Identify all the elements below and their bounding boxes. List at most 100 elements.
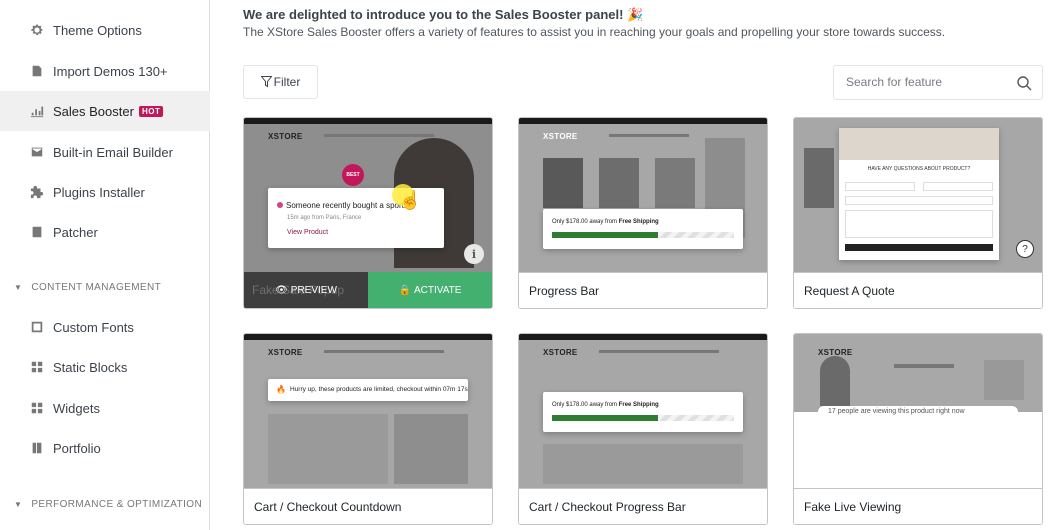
section-content-management[interactable]: ▼ CONTENT MANAGEMENT: [0, 276, 210, 298]
import-icon: [30, 64, 44, 78]
sidebar-item-portfolio[interactable]: Portfolio: [0, 428, 210, 468]
mock-logo: XSTORE: [268, 132, 303, 141]
sidebar-item-static-blocks[interactable]: Static Blocks: [0, 347, 210, 387]
shipping-progress-bar: [552, 232, 734, 238]
hand-cursor-icon: ☝: [399, 190, 422, 210]
sidebar-item-label: Custom Fonts: [53, 319, 134, 335]
mock-topbar: [244, 118, 492, 124]
sidebar-item-custom-fonts[interactable]: Custom Fonts: [0, 307, 210, 347]
sidebar-item-label: Widgets: [53, 400, 100, 416]
portfolio-icon: [30, 441, 44, 455]
mock-cart-table: [543, 444, 743, 484]
mock-topbar: [519, 334, 767, 340]
shipping-progress-bar: [552, 415, 734, 421]
card-thumbnail: HAVE ANY QUESTIONS ABOUT PRODUCT? ?: [794, 118, 1042, 273]
sidebar: Theme Options Import Demos 130+ Sales Bo…: [0, 0, 210, 530]
countdown-text: Hurry up, these products are limited, ch…: [290, 386, 468, 393]
shipping-text: Only $178.00 away from Free Shipping: [552, 219, 659, 225]
main-panel: We are delighted to introduce you to the…: [243, 0, 1048, 530]
feature-card-request-quote[interactable]: HAVE ANY QUESTIONS ABOUT PRODUCT? ? Requ…: [793, 117, 1043, 309]
activate-label: ACTIVATE: [414, 284, 462, 296]
live-viewing-text: 17 people are viewing this product right…: [818, 406, 1018, 418]
intro-title: We are delighted to introduce you to the…: [243, 7, 644, 22]
preview-button[interactable]: Fake Sale Popup 👁 PREVIEW: [244, 272, 368, 308]
search-box[interactable]: [833, 65, 1043, 100]
sidebar-item-import-demos[interactable]: Import Demos 130+: [0, 51, 210, 91]
quote-submit-bar: [845, 244, 993, 251]
feature-card-fake-live-viewing[interactable]: XSTORE 17 people are viewing this produc…: [793, 333, 1043, 525]
card-thumbnail: XSTORE Only $178.00 away from Free Shipp…: [519, 118, 767, 273]
sidebar-item-theme-options[interactable]: Theme Options: [0, 10, 210, 50]
section-label: CONTENT MANAGEMENT: [31, 281, 162, 293]
gear-icon: [30, 23, 44, 37]
question-icon: ?: [1016, 240, 1034, 258]
popup-meta: 15m ago from Paris, France: [287, 215, 362, 221]
hot-badge: HOT: [138, 105, 164, 117]
product-thumb-icon: [277, 202, 283, 208]
caret-down-icon: ▼: [14, 282, 23, 292]
filter-label: Filter: [273, 75, 301, 89]
mock-cart-totals: [394, 414, 468, 484]
card-label: Fake Live Viewing: [804, 500, 902, 514]
sidebar-item-plugins-installer[interactable]: Plugins Installer: [0, 172, 210, 212]
eye-icon: 👁: [275, 284, 288, 296]
sidebar-item-email-builder[interactable]: Built-in Email Builder: [0, 132, 210, 172]
activate-button[interactable]: 🔒 ACTIVATE: [368, 272, 492, 308]
mock-nav: [609, 134, 689, 137]
quote-name-field: [845, 182, 915, 191]
card-actions: Fake Sale Popup 👁 PREVIEW 🔒 ACTIVATE: [244, 272, 492, 308]
quote-title: HAVE ANY QUESTIONS ABOUT PRODUCT?: [867, 166, 971, 172]
feature-card-checkout-countdown[interactable]: XSTORE 🔥 Hurry up, these products are li…: [243, 333, 493, 525]
mock-product: [655, 158, 695, 208]
patch-icon: [30, 225, 44, 239]
countdown-popup: 🔥 Hurry up, these products are limited, …: [268, 379, 468, 401]
shipping-progress-popup: Only $178.00 away from Free Shipping: [543, 392, 743, 432]
card-label: Progress Bar: [529, 284, 600, 298]
feature-card-checkout-progress-bar[interactable]: XSTORE Only $178.00 away from Free Shipp…: [518, 333, 768, 525]
sidebar-item-patcher[interactable]: Patcher: [0, 212, 210, 252]
mock-model-image: [820, 356, 850, 406]
progress-fill: [552, 415, 658, 421]
best-badge: BEST: [342, 164, 364, 186]
feature-card-fake-sale-popup[interactable]: XSTORE BEST Someone recently bought a sp…: [243, 117, 493, 309]
card-footer: Progress Bar: [519, 272, 767, 308]
sidebar-item-label: Built-in Email Builder: [53, 144, 173, 160]
sidebar-item-label: Theme Options: [53, 22, 142, 38]
widgets-icon: [30, 401, 44, 415]
mock-nav: [599, 350, 719, 353]
card-footer: Cart / Checkout Progress Bar: [519, 488, 767, 524]
card-thumbnail: XSTORE Only $178.00 away from Free Shipp…: [519, 334, 767, 489]
font-icon: [30, 320, 44, 334]
fire-icon: 🔥: [276, 385, 286, 394]
info-icon[interactable]: i: [464, 244, 484, 264]
search-icon[interactable]: [1016, 75, 1032, 91]
sidebar-item-label: Static Blocks: [53, 359, 128, 375]
quote-message-field: [845, 210, 993, 238]
shipping-text: Only $178.00 away from Free Shipping: [552, 402, 659, 408]
sidebar-item-sales-booster[interactable]: Sales Booster HOT: [0, 91, 210, 131]
filter-icon: [260, 76, 272, 88]
mock-topbar: [519, 118, 767, 124]
mock-logo: XSTORE: [268, 348, 303, 357]
mock-product: [599, 158, 639, 208]
sidebar-item-label: Sales Booster: [53, 103, 134, 119]
popup-title: Someone recently bought a sport...: [286, 201, 411, 210]
shipping-progress-popup: Only $178.00 away from Free Shipping: [543, 209, 743, 249]
card-label: Cart / Checkout Countdown: [254, 500, 402, 514]
sidebar-item-widgets[interactable]: Widgets: [0, 388, 210, 428]
section-performance[interactable]: ▼ PERFORMANCE & OPTIMIZATION: [0, 493, 210, 515]
mock-logo: XSTORE: [543, 132, 578, 141]
email-icon: [30, 145, 44, 159]
mock-nav: [324, 350, 444, 353]
quote-email-field: [923, 182, 993, 191]
card-footer: Fake Live Viewing: [794, 488, 1042, 524]
section-label: PERFORMANCE & OPTIMIZATION: [31, 498, 203, 510]
quote-form-popup: HAVE ANY QUESTIONS ABOUT PRODUCT?: [839, 128, 999, 260]
filter-button[interactable]: Filter: [243, 65, 318, 99]
sidebar-item-label: Portfolio: [53, 440, 101, 456]
mock-nav: [324, 134, 434, 137]
mock-cart-table: [268, 414, 388, 484]
search-input[interactable]: [846, 75, 1006, 89]
feature-card-progress-bar[interactable]: XSTORE Only $178.00 away from Free Shipp…: [518, 117, 768, 309]
puzzle-icon: [30, 185, 44, 199]
